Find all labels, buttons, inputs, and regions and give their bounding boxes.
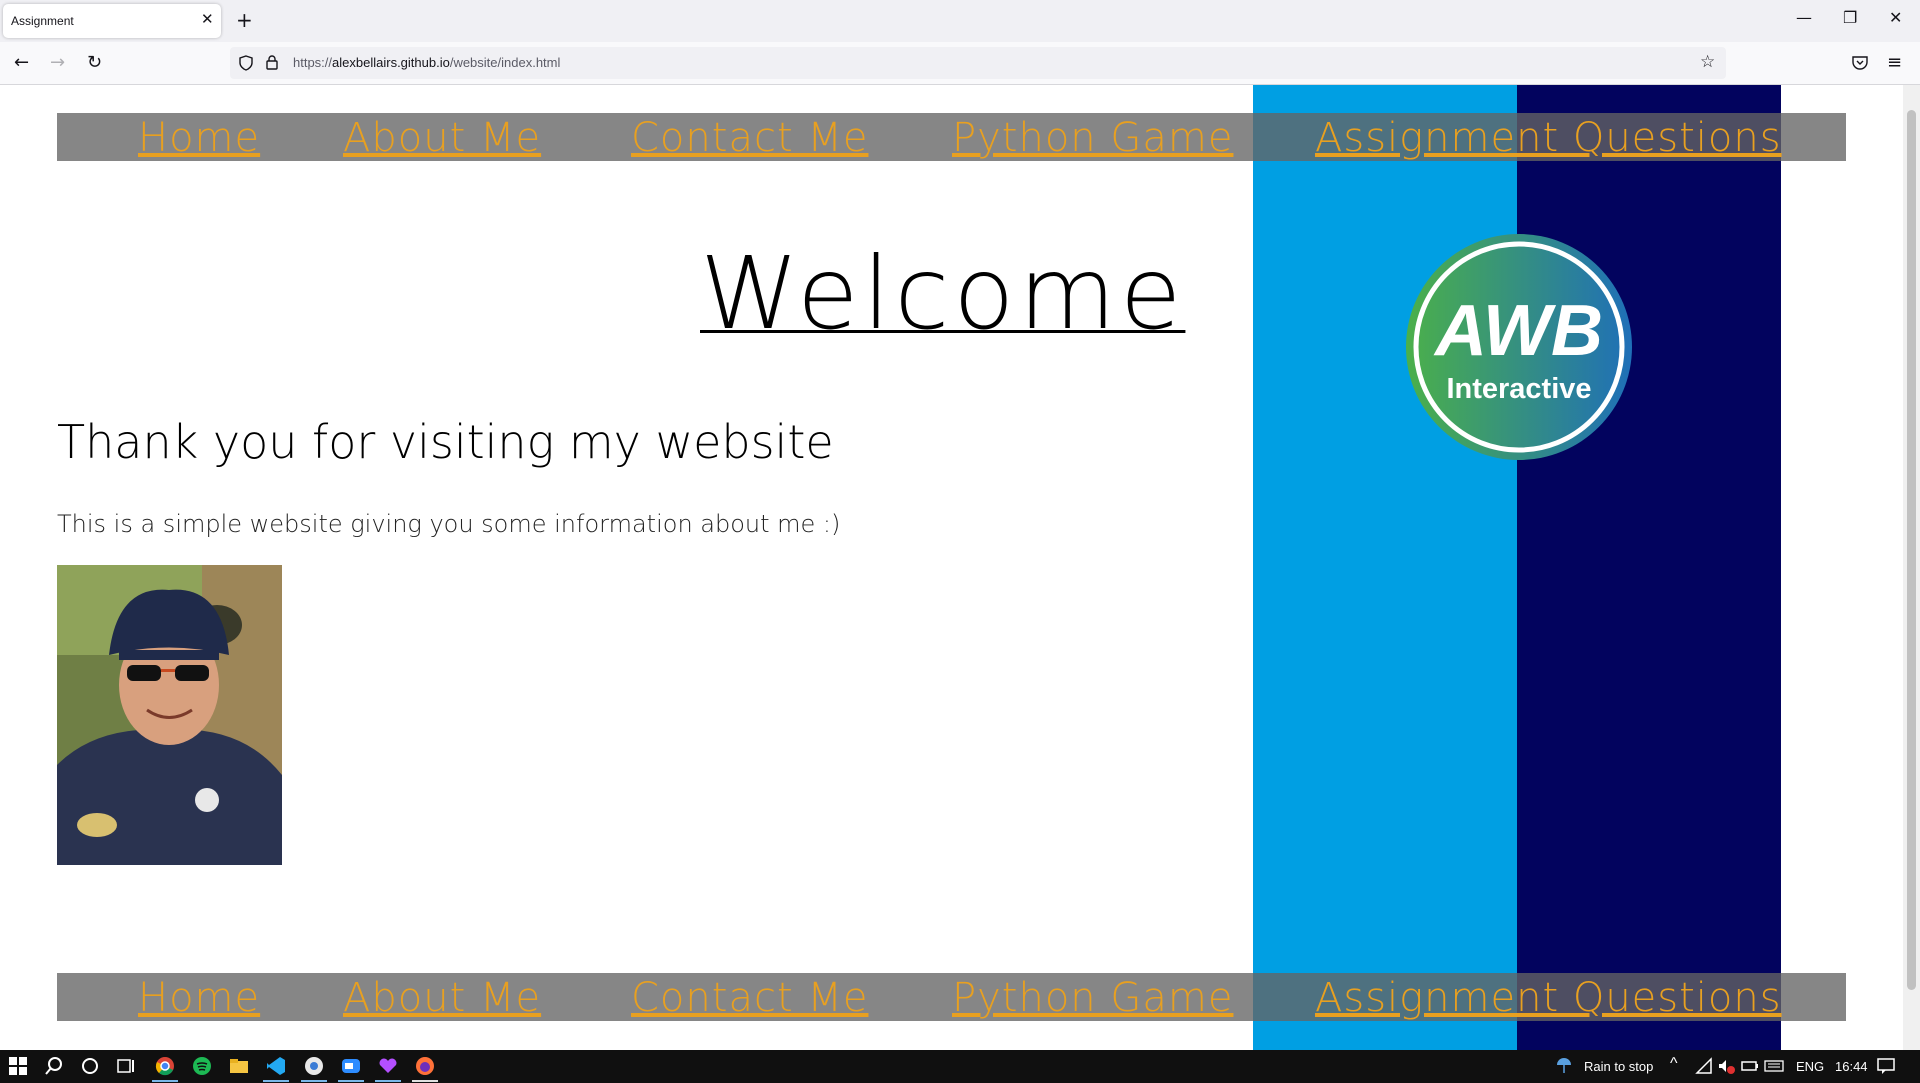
chrome-active-indicator bbox=[152, 1080, 178, 1082]
network-icon[interactable] bbox=[1694, 1056, 1714, 1076]
firefox-icon[interactable] bbox=[415, 1056, 435, 1076]
awb-interactive-logo: AWB Interactive bbox=[1406, 234, 1632, 460]
subheading: Thank you for visiting my website bbox=[57, 415, 834, 469]
tab-title: Assignment bbox=[11, 14, 74, 28]
url-path: /website/index.html bbox=[449, 55, 561, 70]
page-title: Welcome bbox=[700, 235, 1186, 352]
footer-link-home[interactable]: Home bbox=[138, 975, 260, 1021]
cortana-icon[interactable] bbox=[80, 1056, 100, 1076]
footer-link-about-me[interactable]: About Me bbox=[343, 975, 541, 1021]
navigation-toolbar: ← → ↻ https://alexbellairs.github.io/web… bbox=[0, 42, 1920, 85]
footer-link-assignment-questions[interactable]: Assignment Questions bbox=[1315, 975, 1782, 1021]
app-icon[interactable] bbox=[304, 1056, 324, 1076]
weather-umbrella-icon bbox=[1557, 1058, 1571, 1073]
notifications-icon[interactable] bbox=[1876, 1056, 1896, 1076]
firefox-active-indicator bbox=[412, 1080, 438, 1082]
pocket-icon[interactable] bbox=[1852, 55, 1868, 70]
battery-icon[interactable] bbox=[1740, 1056, 1760, 1076]
vscode-active-indicator bbox=[263, 1080, 289, 1082]
restore-button[interactable]: ❐ bbox=[1843, 8, 1857, 27]
browser-tab[interactable]: Assignment ✕ bbox=[3, 4, 221, 38]
lock-icon[interactable] bbox=[266, 55, 278, 70]
spotify-icon[interactable] bbox=[192, 1056, 212, 1076]
heart-app-active-indicator bbox=[375, 1080, 401, 1082]
top-nav-menu: Home About Me Contact Me Python Game Ass… bbox=[57, 113, 1846, 161]
taskbar: Rain to stop ^ ENG 16:44 bbox=[0, 1050, 1920, 1083]
chevron-up-icon[interactable]: ^ bbox=[1670, 1055, 1678, 1073]
footer-link-contact-me[interactable]: Contact Me bbox=[631, 975, 868, 1021]
volume-muted-icon[interactable] bbox=[1716, 1056, 1736, 1076]
bookmark-star-icon[interactable]: ☆ bbox=[1700, 52, 1715, 72]
keyboard-icon[interactable] bbox=[1764, 1056, 1784, 1076]
forward-icon[interactable]: → bbox=[50, 52, 65, 73]
clock[interactable]: 16:44 bbox=[1835, 1059, 1868, 1074]
scrollbar-thumb[interactable] bbox=[1907, 110, 1916, 990]
nav-link-python-game[interactable]: Python Game bbox=[952, 115, 1233, 161]
zoom-active-indicator bbox=[338, 1080, 364, 1082]
intro-paragraph: This is a simple website giving you some… bbox=[57, 510, 841, 538]
zoom-icon[interactable] bbox=[341, 1056, 361, 1076]
shield-icon[interactable] bbox=[239, 55, 253, 71]
logo-text-bottom: Interactive bbox=[1446, 373, 1591, 405]
tab-close-icon[interactable]: ✕ bbox=[201, 10, 214, 28]
menu-hamburger-icon[interactable]: ≡ bbox=[1887, 52, 1902, 73]
light-blue-stripe bbox=[1253, 85, 1517, 1050]
windows-start-icon[interactable] bbox=[8, 1056, 28, 1076]
profile-photo bbox=[57, 565, 282, 865]
vscode-icon[interactable] bbox=[266, 1056, 286, 1076]
app-active-indicator bbox=[301, 1080, 327, 1082]
minimize-button[interactable]: — bbox=[1796, 8, 1812, 27]
nav-link-assignment-questions[interactable]: Assignment Questions bbox=[1315, 115, 1782, 161]
url-host: alexbellairs.github.io bbox=[332, 55, 450, 70]
tab-bar: Assignment ✕ + — ❐ ✕ bbox=[0, 0, 1920, 42]
url-bar[interactable]: https://alexbellairs.github.io/website/i… bbox=[230, 47, 1726, 79]
new-tab-button[interactable]: + bbox=[236, 8, 253, 32]
reload-icon[interactable]: ↻ bbox=[87, 52, 102, 73]
task-view-icon[interactable] bbox=[116, 1056, 136, 1076]
search-icon[interactable] bbox=[44, 1056, 64, 1076]
heart-app-icon[interactable] bbox=[378, 1056, 398, 1076]
logo-text-top: AWB bbox=[1433, 291, 1603, 371]
page-viewport: Home About Me Contact Me Python Game Ass… bbox=[0, 85, 1903, 1050]
language-indicator[interactable]: ENG bbox=[1796, 1059, 1824, 1074]
dark-blue-stripe bbox=[1517, 85, 1781, 1050]
url-text[interactable]: https://alexbellairs.github.io/website/i… bbox=[293, 55, 560, 70]
url-scheme: https:// bbox=[293, 55, 333, 70]
weather-text[interactable]: Rain to stop bbox=[1584, 1059, 1653, 1074]
nav-link-home[interactable]: Home bbox=[138, 115, 260, 161]
back-icon[interactable]: ← bbox=[14, 52, 29, 73]
nav-link-contact-me[interactable]: Contact Me bbox=[631, 115, 868, 161]
file-explorer-icon[interactable] bbox=[229, 1056, 249, 1076]
nav-link-about-me[interactable]: About Me bbox=[343, 115, 541, 161]
bottom-nav-menu: Home About Me Contact Me Python Game Ass… bbox=[57, 973, 1846, 1021]
footer-link-python-game[interactable]: Python Game bbox=[952, 975, 1233, 1021]
page-scrollbar[interactable] bbox=[1903, 85, 1920, 1050]
chrome-icon[interactable] bbox=[155, 1056, 175, 1076]
close-window-button[interactable]: ✕ bbox=[1889, 8, 1902, 27]
